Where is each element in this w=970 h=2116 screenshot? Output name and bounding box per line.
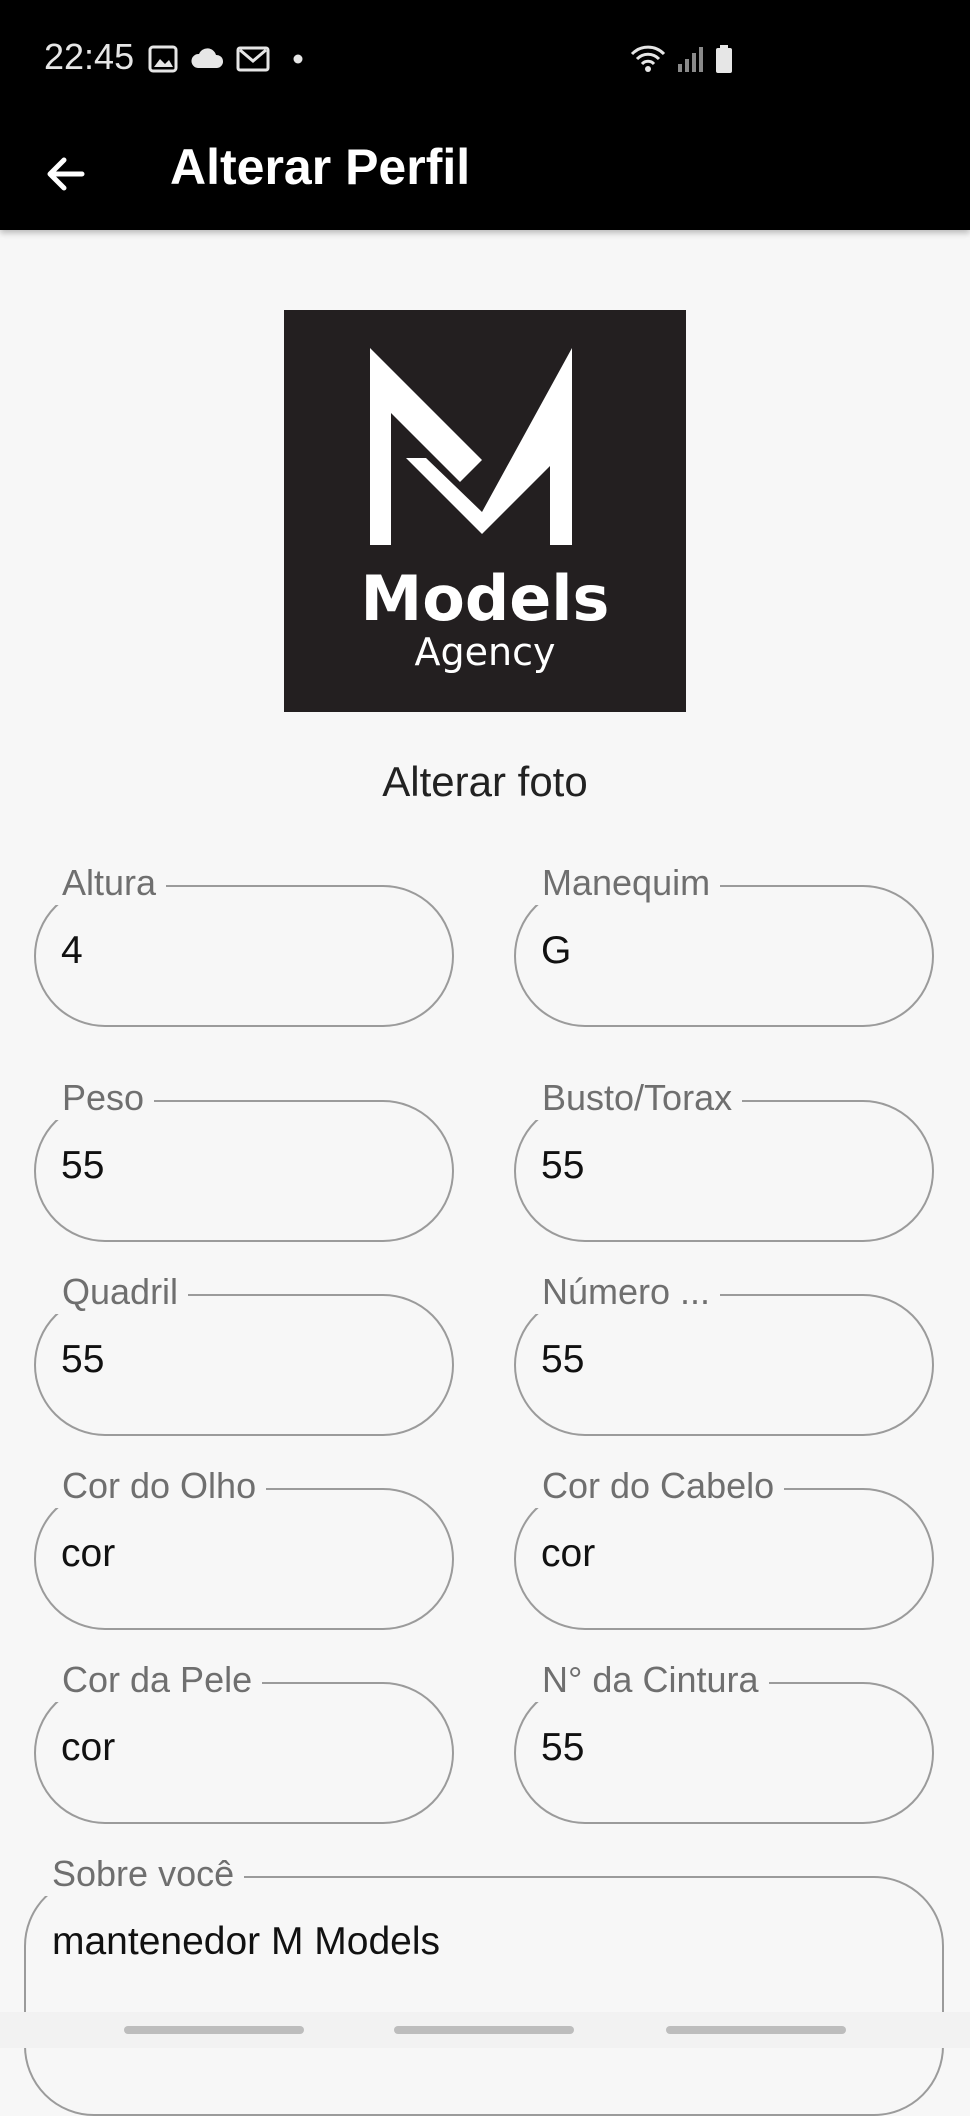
field-label: Busto/Torax — [532, 1076, 743, 1120]
hip-field[interactable]: Quadril 55 — [34, 1270, 454, 1436]
field-value[interactable]: mantenedor M Models — [52, 1920, 440, 1964]
change-photo-link[interactable]: Alterar foto — [0, 758, 970, 806]
field-label: Cor do Olho — [52, 1464, 267, 1508]
nav-back-button[interactable] — [666, 2026, 846, 2034]
field-label: Altura — [52, 861, 167, 905]
field-value[interactable]: G — [541, 929, 571, 973]
field-outline — [24, 1876, 944, 2116]
field-label: Número ... — [532, 1270, 721, 1314]
weight-field[interactable]: Peso 55 — [34, 1076, 454, 1242]
logo-wordmark: Models — [361, 562, 610, 635]
field-label: Manequim — [532, 861, 721, 905]
logo-tagline: Agency — [415, 630, 556, 674]
status-bar: 22:45 — [0, 0, 970, 116]
battery-icon — [714, 44, 734, 74]
field-value[interactable]: cor — [61, 1532, 115, 1576]
field-value[interactable]: 55 — [541, 1338, 584, 1382]
hair-color-field[interactable]: Cor do Cabelo cor — [514, 1464, 934, 1630]
app-bar: Alterar Perfil — [0, 116, 970, 230]
bust-field[interactable]: Busto/Torax 55 — [514, 1076, 934, 1242]
field-label: Quadril — [52, 1270, 189, 1314]
status-time: 22:45 — [44, 36, 135, 77]
field-label: Sobre você — [42, 1852, 245, 1896]
nav-home-button[interactable] — [394, 2026, 574, 2034]
gmail-icon — [236, 44, 270, 74]
field-outline — [34, 885, 454, 1027]
eye-color-field[interactable]: Cor do Olho cor — [34, 1464, 454, 1630]
page-title: Alterar Perfil — [170, 139, 471, 195]
field-label: Peso — [52, 1076, 155, 1120]
arrow-left-icon — [42, 150, 90, 203]
field-label: N° da Cintura — [532, 1658, 769, 1702]
field-value[interactable]: 55 — [61, 1338, 104, 1382]
signal-icon — [676, 44, 706, 74]
waist-field[interactable]: N° da Cintura 55 — [514, 1658, 934, 1824]
system-nav-bar — [0, 2012, 970, 2048]
field-value[interactable]: 55 — [541, 1726, 584, 1770]
profile-photo[interactable]: Models Agency — [284, 310, 686, 712]
dot-icon — [292, 44, 304, 74]
nav-recents-button[interactable] — [124, 2026, 304, 2034]
field-label: Cor da Pele — [52, 1658, 263, 1702]
field-label: Cor do Cabelo — [532, 1464, 785, 1508]
m-logo-icon — [370, 348, 572, 545]
height-field[interactable]: Altura 4 — [34, 861, 454, 1027]
field-value[interactable]: 55 — [541, 1144, 584, 1188]
field-value[interactable]: cor — [541, 1532, 595, 1576]
number-field[interactable]: Número ... 55 — [514, 1270, 934, 1436]
wifi-icon — [628, 44, 668, 74]
image-icon — [148, 44, 178, 74]
about-field[interactable]: Sobre você mantenedor M Models — [24, 1852, 944, 2116]
back-button[interactable] — [30, 140, 102, 212]
field-value[interactable]: 55 — [61, 1144, 104, 1188]
skin-color-field[interactable]: Cor da Pele cor — [34, 1658, 454, 1824]
field-value[interactable]: cor — [61, 1726, 115, 1770]
cloud-icon — [190, 44, 224, 74]
mannequin-field[interactable]: Manequim G — [514, 861, 934, 1027]
field-value[interactable]: 4 — [61, 929, 83, 973]
field-outline — [514, 885, 934, 1027]
